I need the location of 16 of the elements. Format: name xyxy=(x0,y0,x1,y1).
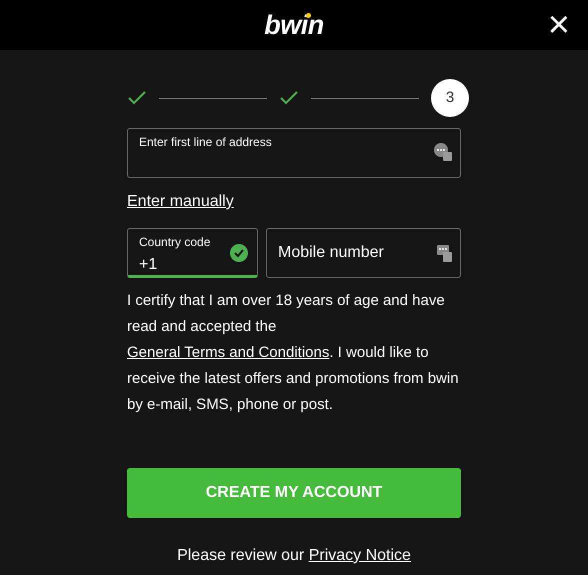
address-field[interactable]: Enter first line of address xyxy=(127,128,461,178)
mobile-number-field[interactable]: Mobile number xyxy=(266,228,461,278)
privacy-link[interactable]: Privacy Notice xyxy=(308,547,411,564)
valid-check-icon xyxy=(230,244,248,262)
field-value: +1 xyxy=(139,255,158,275)
step-number: 3 xyxy=(431,79,469,117)
field-label: Country code xyxy=(139,234,212,251)
terms-link[interactable]: General Terms and Conditions xyxy=(127,344,330,361)
privacy-text: Please review our Privacy Notice xyxy=(176,546,412,566)
consent-text: I certify that I am over 18 years of age and have read and accepted the General Terms and Conditions. I would like to receive the latest offers and promotions from bwin by e-mail, SMS, phone or post. xyxy=(127,291,460,415)
close-button[interactable]: × xyxy=(544,6,574,44)
chat-icon xyxy=(437,243,453,263)
country-code-field[interactable]: Country code +1 xyxy=(127,228,258,278)
logo: bwin xyxy=(264,12,324,38)
enter-manually-link[interactable]: Enter manually xyxy=(127,190,234,214)
chat-icon xyxy=(433,142,453,162)
